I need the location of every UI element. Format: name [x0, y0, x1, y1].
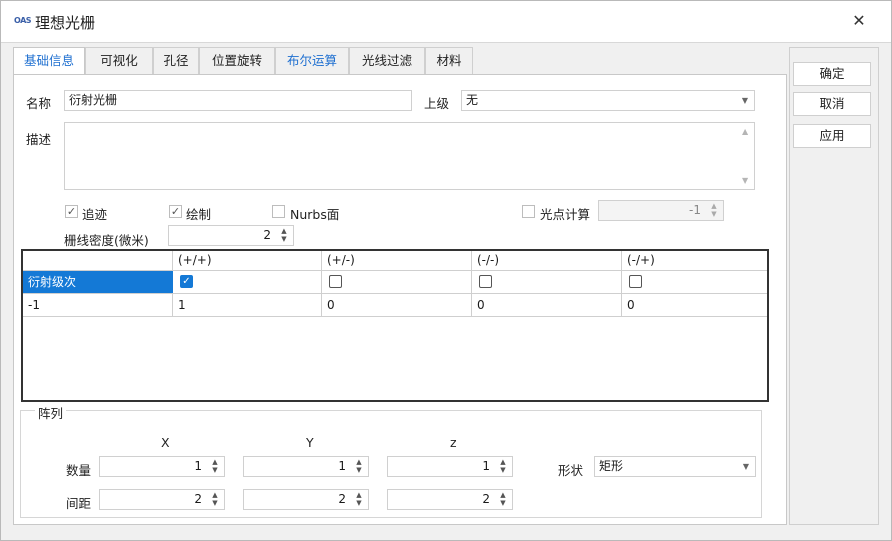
nurbs-label: Nurbs面 — [290, 207, 340, 222]
count-label: 数量 — [66, 463, 92, 478]
parent-label: 上级 — [424, 96, 450, 111]
shape-select[interactable]: 矩形 ▼ — [594, 456, 756, 477]
spacing-y-spinner[interactable]: 2 ▲ ▼ — [243, 489, 369, 510]
array-col-x-label: X — [161, 435, 170, 450]
count-x-value: 1 — [194, 459, 202, 473]
order-checkbox-pm[interactable] — [329, 275, 342, 288]
order-row-label[interactable]: 衍射级次 — [23, 271, 173, 294]
count-z-value: 1 — [482, 459, 490, 473]
description-label: 描述 — [26, 132, 52, 147]
table-cell[interactable]: 0 — [472, 294, 622, 317]
spacing-z-value: 2 — [482, 492, 490, 506]
title-bar: OAS 理想光栅 ✕ — [1, 1, 891, 43]
spot-calc-spinner[interactable]: -1 ▲ ▼ — [598, 200, 724, 221]
spinner-arrows-icon[interactable]: ▲ ▼ — [498, 491, 508, 507]
shape-label: 形状 — [558, 463, 584, 478]
tab-visualization[interactable]: 可视化 — [85, 47, 153, 75]
spacing-y-value: 2 — [338, 492, 346, 506]
density-spinner[interactable]: 2 ▲ ▼ — [168, 225, 294, 246]
ok-button[interactable]: 确定 — [793, 62, 871, 86]
spinner-arrows-icon[interactable]: ▲ ▼ — [354, 491, 364, 507]
spinner-arrows-icon[interactable]: ▲ ▼ — [279, 227, 289, 243]
close-icon[interactable]: ✕ — [849, 11, 869, 31]
spinner-arrows-icon[interactable]: ▲ ▼ — [210, 491, 220, 507]
name-input[interactable]: 衍射光栅 — [64, 90, 412, 111]
table-cell[interactable] — [472, 271, 622, 294]
table-cell[interactable]: 0 — [322, 294, 472, 317]
tab-material[interactable]: 材料 — [425, 47, 473, 75]
parent-select-value: 无 — [466, 93, 479, 107]
draw-checkbox[interactable]: ✓ — [169, 205, 182, 218]
table-cell[interactable]: 1 — [173, 294, 322, 317]
spacing-x-spinner[interactable]: 2 ▲ ▼ — [99, 489, 225, 510]
spinner-arrows-icon[interactable]: ▲ ▼ — [709, 202, 719, 218]
chevron-down-icon: ▼ — [741, 96, 748, 105]
tab-aperture[interactable]: 孔径 — [153, 47, 199, 75]
table-cell[interactable] — [322, 271, 472, 294]
array-col-y-label: Y — [306, 435, 314, 450]
scroll-down-icon[interactable]: ▼ — [742, 176, 748, 185]
table-cell[interactable]: 0 — [622, 294, 767, 317]
nurbs-checkbox[interactable] — [272, 205, 285, 218]
tab-ray-filter[interactable]: 光线过滤 — [349, 47, 425, 75]
chevron-down-icon: ▼ — [742, 462, 749, 471]
density-value: 2 — [263, 228, 271, 242]
spinner-arrows-icon[interactable]: ▲ ▼ — [210, 458, 220, 474]
spot-calc-checkbox[interactable] — [522, 205, 535, 218]
basic-info-panel: 名称 衍射光栅 上级 无 ▼ 描述 ▲ ▼ ✓ 追迹 ✓ 绘制 Nurbs面 光… — [13, 74, 787, 525]
order-checkbox-mm[interactable] — [479, 275, 492, 288]
shape-select-value: 矩形 — [599, 459, 624, 473]
draw-label: 绘制 — [186, 207, 212, 222]
tab-boolean-ops[interactable]: 布尔运算 — [275, 47, 349, 75]
scroll-up-icon[interactable]: ▲ — [742, 127, 748, 136]
table-cell[interactable]: ✓ — [173, 271, 322, 294]
table-cell[interactable] — [622, 271, 767, 294]
order-checkbox-pp[interactable]: ✓ — [180, 275, 193, 288]
table-cell[interactable]: -1 — [23, 294, 173, 317]
description-textarea[interactable]: ▲ ▼ — [64, 122, 755, 190]
spinner-arrows-icon[interactable]: ▲ ▼ — [498, 458, 508, 474]
count-x-spinner[interactable]: 1 ▲ ▼ — [99, 456, 225, 477]
count-y-spinner[interactable]: 1 ▲ ▼ — [243, 456, 369, 477]
tab-position-rotation[interactable]: 位置旋转 — [199, 47, 275, 75]
table-header-cell: (+/+) — [173, 251, 322, 271]
parent-select[interactable]: 无 ▼ — [461, 90, 755, 111]
count-y-value: 1 — [338, 459, 346, 473]
count-z-spinner[interactable]: 1 ▲ ▼ — [387, 456, 513, 477]
table-header-cell: (+/-) — [322, 251, 472, 271]
spacing-z-spinner[interactable]: 2 ▲ ▼ — [387, 489, 513, 510]
trace-checkbox[interactable]: ✓ — [65, 205, 78, 218]
spacing-label: 间距 — [66, 496, 92, 511]
cancel-button[interactable]: 取消 — [793, 92, 871, 116]
dialog-window: OAS 理想光栅 ✕ 基础信息 可视化 孔径 位置旋转 布尔运算 光线过滤 材料… — [0, 0, 892, 541]
array-group-title: 阵列 — [35, 403, 67, 422]
window-title: 理想光栅 — [35, 14, 96, 32]
array-groupbox: 阵列 X Y z 数量 1 ▲▼ 1 ▲▼ 1 ▲▼ 形状 矩形 ▼ 间距 — [20, 403, 762, 518]
diffraction-order-table: (+/+) (+/-) (-/-) (-/+) 衍射级次 ✓ -1 1 0 0 … — [21, 249, 769, 402]
spacing-x-value: 2 — [194, 492, 202, 506]
apply-button[interactable]: 应用 — [793, 124, 871, 148]
order-checkbox-mp[interactable] — [629, 275, 642, 288]
action-sidebar — [789, 47, 879, 525]
name-label: 名称 — [26, 96, 52, 111]
array-col-z-label: z — [450, 435, 457, 450]
table-header-cell: (-/+) — [622, 251, 767, 271]
spot-calc-label: 光点计算 — [540, 207, 591, 222]
app-logo-icon: OAS — [14, 16, 32, 25]
tab-basic-info[interactable]: 基础信息 — [13, 47, 85, 76]
trace-label: 追迹 — [82, 207, 108, 222]
table-header-cell — [23, 251, 173, 271]
spot-calc-value: -1 — [689, 203, 701, 217]
spinner-arrows-icon[interactable]: ▲ ▼ — [354, 458, 364, 474]
description-scrollbar[interactable]: ▲ ▼ — [738, 123, 754, 189]
density-label: 栅线密度(微米) — [64, 233, 149, 248]
table-header-cell: (-/-) — [472, 251, 622, 271]
